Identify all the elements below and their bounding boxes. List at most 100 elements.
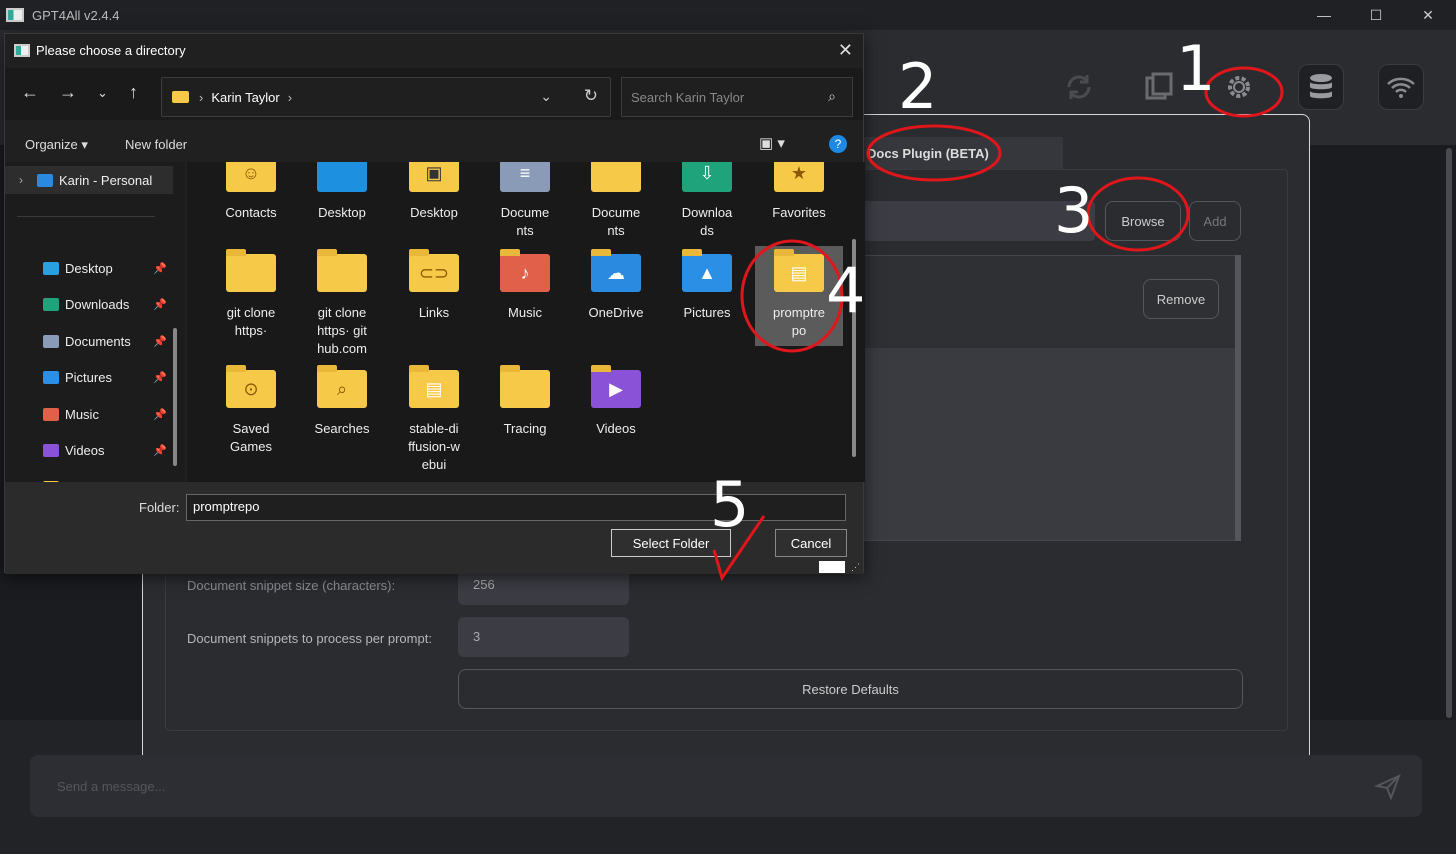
file-item-label: Pictures [683, 305, 731, 320]
folder-icon: ⊙ [226, 365, 276, 410]
recent-chevron-icon[interactable]: ⌄ [97, 85, 108, 101]
restore-defaults-button[interactable]: Restore Defaults [458, 669, 1243, 709]
file-item[interactable]: ▶ Videos [572, 365, 660, 438]
videos-icon [43, 443, 59, 457]
refresh-icon[interactable]: ↻ [584, 86, 598, 106]
file-item[interactable]: git clone https· [207, 249, 295, 340]
browse-button[interactable]: Browse [1105, 201, 1181, 241]
file-item-label: Videos [596, 421, 636, 436]
folder-label: Folder: [139, 500, 180, 515]
file-item[interactable]: ♪ Music [481, 249, 569, 322]
file-item-label: Favorites [772, 205, 826, 220]
file-item-label: Downloa ds [681, 205, 733, 238]
app-title: GPT4All v2.4.4 [32, 7, 120, 23]
file-item-label: Links [418, 305, 450, 320]
message-input[interactable]: Send a message... [30, 755, 1422, 817]
file-item-label: Saved Games [230, 421, 272, 454]
folder-icon [317, 162, 367, 194]
forward-arrow-icon[interactable]: → [59, 82, 77, 103]
command-bar: Organize ▾ New folder ▣ ▾ ? [5, 128, 863, 160]
file-item[interactable]: Desktop [298, 162, 386, 222]
folder-icon: ☺ [226, 162, 276, 194]
dialog-close-icon[interactable]: ✕ [838, 40, 853, 61]
help-icon[interactable]: ? [829, 135, 847, 153]
file-item[interactable]: ▣ Desktop [390, 162, 478, 222]
minimize-icon[interactable]: — [1298, 0, 1350, 30]
sidebar-item-pictures[interactable]: Pictures 📌 [5, 363, 173, 391]
sidebar-scrollbar[interactable] [173, 328, 177, 466]
documents-icon [43, 334, 59, 348]
close-icon[interactable]: ✕ [1402, 0, 1454, 30]
chevron-down-icon[interactable]: ⌄ [540, 88, 552, 105]
folder-icon: ▤ [409, 365, 459, 410]
search-icon: ⌕ [828, 88, 836, 104]
file-item-label: stable-di ffusion-w ebui [408, 421, 460, 472]
tab-docs-plugin[interactable]: Docs Plugin (BETA) [863, 137, 1063, 169]
cancel-button[interactable]: Cancel [775, 529, 847, 557]
folder-icon: ≡ [500, 162, 550, 194]
settings-gear-icon[interactable] [1216, 64, 1262, 110]
folder-icon: ⊂⊃ [409, 249, 459, 294]
folder-icon: ▲ [682, 249, 732, 294]
navigation-bar: ← → ⌄ ↑ › Karin Taylor › ⌄ ↻ Search Kari… [5, 68, 863, 120]
main-scrollbar[interactable] [1446, 148, 1452, 718]
file-item[interactable]: ⊂⊃ Links [390, 249, 478, 322]
file-item[interactable]: ⌕ Searches [298, 365, 386, 438]
snippets-per-prompt-field[interactable]: 3 [458, 617, 629, 657]
new-folder-button[interactable]: New folder [125, 137, 187, 152]
file-item[interactable]: ☺ Contacts [207, 162, 295, 222]
sidebar-item-downloads[interactable]: Downloads 📌 [5, 290, 173, 318]
file-list: ☺ Contacts Desktop ▣ Desktop ≡ Docume nts Docum… [187, 162, 865, 482]
sidebar-item-music[interactable]: Music 📌 [5, 400, 173, 428]
back-arrow-icon[interactable]: ← [21, 82, 39, 103]
folder-icon: ★ [774, 162, 824, 194]
send-icon[interactable] [1374, 773, 1402, 801]
file-item[interactable]: ⇩ Downloa ds [663, 162, 751, 240]
network-icon[interactable] [1378, 64, 1424, 110]
up-arrow-icon[interactable]: ↑ [129, 82, 138, 103]
downloads-icon [43, 297, 59, 311]
annotation-number: 3 [1054, 174, 1094, 247]
resize-grip-icon[interactable]: ⋰ [851, 562, 860, 573]
snippet-size-label: Document snippet size (characters): [187, 578, 396, 593]
remove-button[interactable]: Remove [1143, 279, 1219, 319]
folder-icon [172, 91, 189, 103]
file-item[interactable]: ⊙ Saved Games [207, 365, 295, 456]
file-item-label: Searches [314, 421, 370, 436]
folder-icon: ▤ [774, 249, 824, 294]
file-item[interactable]: Tracing [481, 365, 569, 438]
file-item[interactable]: ▲ Pictures [663, 249, 751, 322]
add-button[interactable]: Add [1189, 201, 1241, 241]
file-item[interactable]: ★ Favorites [755, 162, 843, 222]
folder-icon: ▶ [591, 365, 641, 410]
sidebar-item-desktop[interactable]: Desktop 📌 [5, 254, 173, 282]
folder-icon [591, 162, 641, 194]
annotation-number: 2 [898, 50, 938, 123]
search-input[interactable]: Search Karin Taylor ⌕ [621, 77, 853, 117]
list-scrollbar[interactable] [1235, 255, 1241, 541]
database-icon[interactable] [1298, 64, 1344, 110]
sidebar-item-uploads[interactable]: uploads [5, 473, 173, 482]
file-item[interactable]: ☁ OneDrive [572, 249, 660, 322]
file-item[interactable]: git clone https· git hub.com [298, 249, 386, 358]
file-item-label: Music [508, 305, 542, 320]
view-icon[interactable]: ▣ ▾ [759, 134, 785, 152]
sidebar-item-onedrive[interactable]: › Karin - Personal [5, 166, 173, 194]
sidebar-item-label: Videos [65, 442, 105, 458]
app-logo-icon [6, 8, 24, 22]
sidebar-item-documents[interactable]: Documents 📌 [5, 327, 173, 355]
reset-icon[interactable] [1056, 64, 1102, 110]
file-item[interactable]: ≡ Docume nts [481, 162, 569, 240]
maximize-icon[interactable]: ☐ [1350, 0, 1402, 30]
address-bar[interactable]: › Karin Taylor › ⌄ ↻ [161, 77, 611, 117]
annotation-number: 4 [826, 254, 866, 327]
file-item[interactable]: Docume nts [572, 162, 660, 240]
file-item-label: Docume nts [500, 205, 550, 238]
sidebar-item-videos[interactable]: Videos 📌 [5, 436, 173, 464]
organize-button[interactable]: Organize ▾ [25, 137, 88, 153]
pictures-icon [43, 370, 59, 384]
pin-icon: 📌 [153, 371, 167, 384]
folder-icon [317, 249, 367, 294]
file-item[interactable]: ▤ stable-di ffusion-w ebui [390, 365, 478, 474]
breadcrumb[interactable]: Karin Taylor [211, 90, 279, 105]
